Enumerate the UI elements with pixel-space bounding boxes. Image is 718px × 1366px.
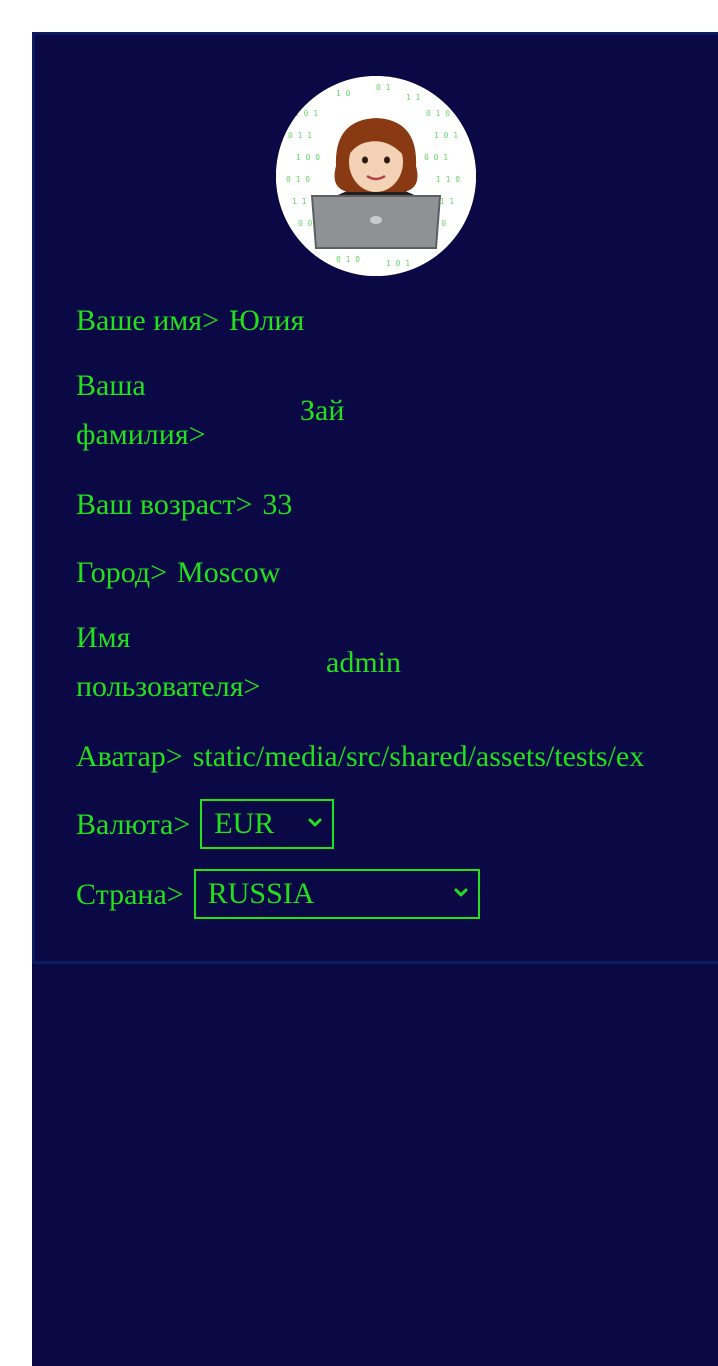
- svg-text:0 1 0: 0 1 0: [336, 255, 360, 264]
- city-row: Город> Moscow: [76, 545, 280, 597]
- svg-text:0 1 0: 0 1 0: [286, 175, 310, 184]
- surname-row: Ваша фамилия> Зай: [76, 361, 344, 459]
- age-row: Ваш возраст> 33: [76, 477, 292, 529]
- svg-text:0 0 1: 0 0 1: [424, 153, 448, 162]
- surname-label: Ваша фамилия>: [76, 369, 206, 451]
- currency-label: Валюта>: [76, 807, 191, 841]
- username-value: admin: [326, 645, 401, 679]
- name-label: Ваше имя>: [76, 303, 219, 337]
- country-label: Страна>: [76, 877, 184, 911]
- city-value: Moscow: [177, 555, 281, 589]
- age-value: 33: [262, 487, 293, 521]
- currency-row: Валюта> EUR: [76, 797, 335, 850]
- user-avatar-woman-laptop-icon: 1 0 1 0 1 1 1 0 0 0 1 0 1 1 0 0 0 1 0 1 …: [276, 76, 476, 276]
- avatar-path-label: Аватар>: [76, 739, 183, 773]
- currency-selected-value: EUR: [214, 807, 275, 841]
- chevron-down-icon: [308, 816, 322, 830]
- avatar: 1 0 1 0 1 1 1 0 0 0 1 0 1 1 0 0 0 1 0 1 …: [276, 76, 476, 276]
- username-label: Имя пользователя>: [76, 621, 261, 703]
- svg-text:0 1: 0 1: [376, 83, 391, 92]
- city-label: Город>: [76, 555, 168, 589]
- avatar-path-row: Аватар> static/media/src/shared/assets/te…: [76, 729, 674, 781]
- svg-text:0 1 0: 0 1 0: [426, 109, 450, 118]
- svg-text:1 0: 1 0: [336, 89, 351, 98]
- country-selected-value: RUSSIA: [207, 877, 315, 911]
- svg-text:1 0 1: 1 0 1: [434, 131, 458, 140]
- chevron-down-icon: [454, 886, 468, 900]
- svg-text:1 0 1: 1 0 1: [386, 259, 410, 268]
- age-label: Ваш возраст>: [76, 487, 253, 521]
- surname-value: Зай: [300, 393, 345, 427]
- svg-text:1 0 0: 1 0 0: [296, 153, 320, 162]
- currency-select[interactable]: EUR: [200, 799, 335, 850]
- username-row: Имя пользователя> admin: [76, 613, 401, 711]
- country-select[interactable]: RUSSIA: [193, 869, 480, 920]
- name-value: Юлия: [229, 303, 305, 337]
- avatar-path-value: static/media/src/shared/assets/tests/ex: [192, 739, 645, 773]
- svg-text:1 1 0: 1 1 0: [436, 175, 460, 184]
- svg-text:0 1 1: 0 1 1: [288, 131, 312, 140]
- name-row: Ваше имя> Юлия: [76, 293, 304, 345]
- country-row: Страна> RUSSIA: [76, 867, 480, 920]
- svg-text:1 1: 1 1: [406, 93, 421, 102]
